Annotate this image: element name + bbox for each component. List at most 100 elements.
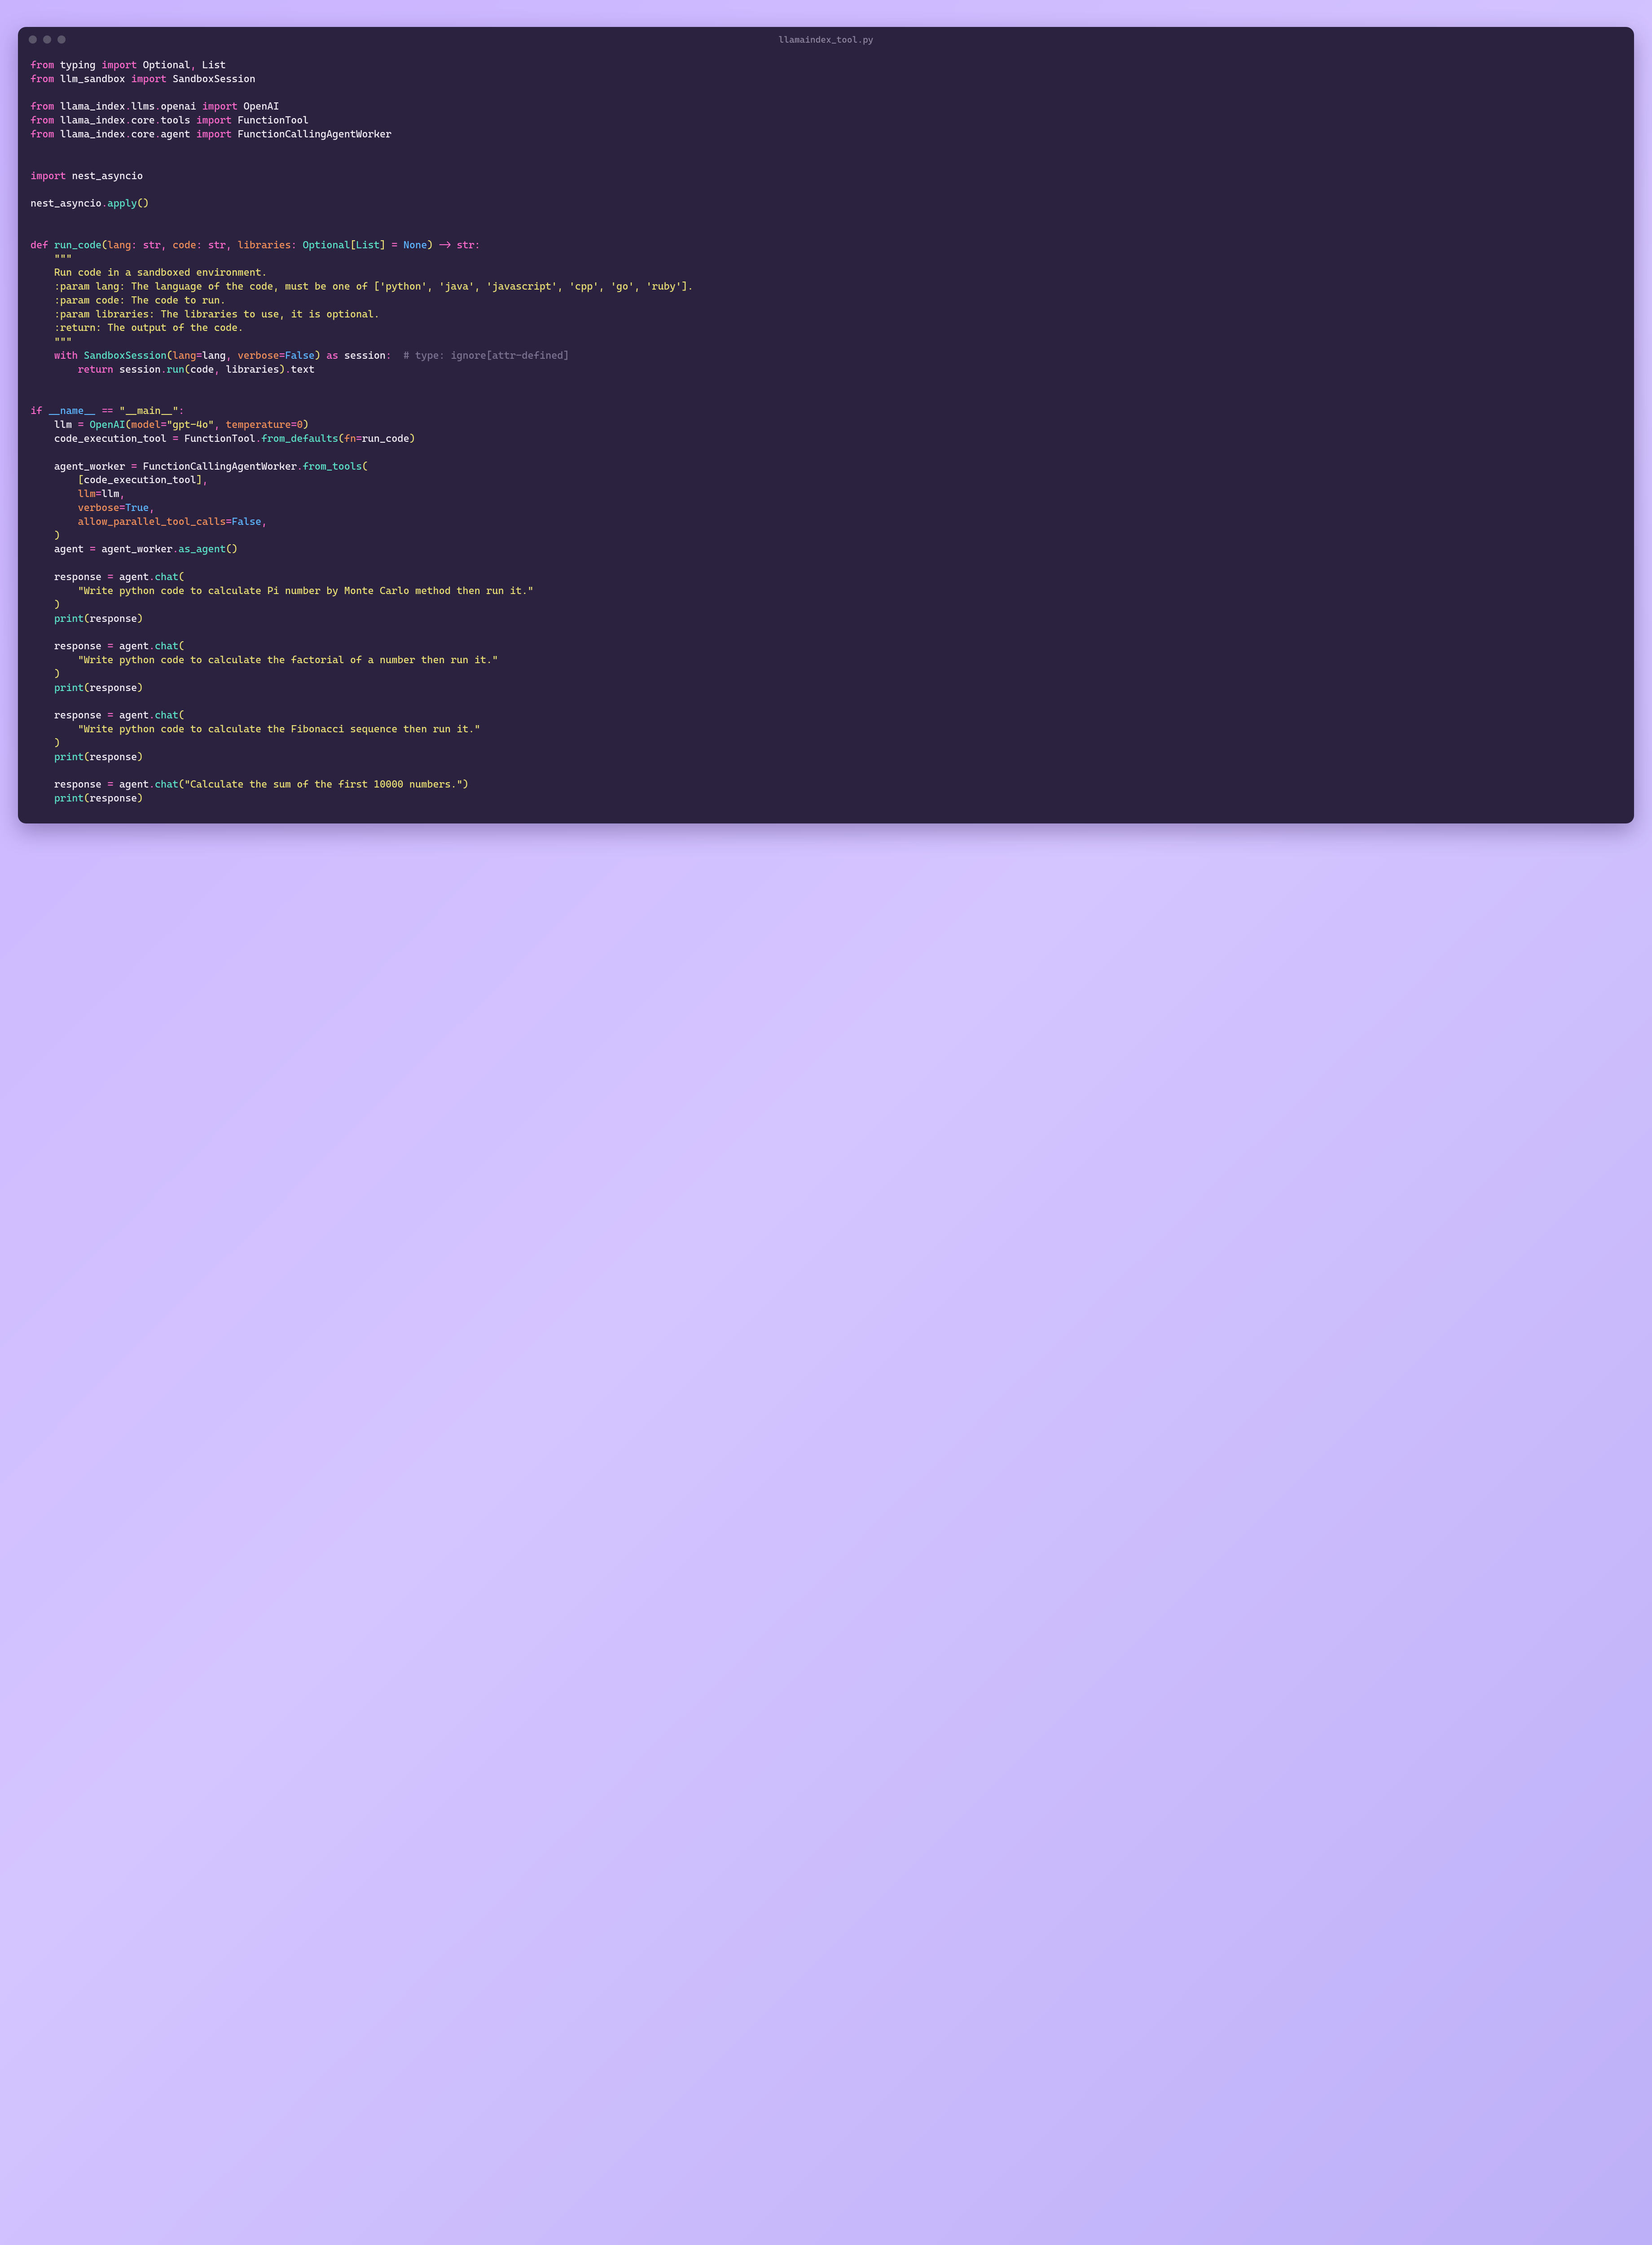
window-title: llamaindex_tool.py bbox=[18, 34, 1634, 45]
kwarg-model: model bbox=[131, 419, 161, 431]
str-q3: "Write python code to calculate the Fibo… bbox=[78, 723, 480, 735]
kw-import: import bbox=[101, 59, 137, 71]
str-q4: "Calculate the sum of the first 10000 nu… bbox=[185, 779, 463, 790]
kw-def: def bbox=[31, 239, 48, 251]
str-model: "gpt-4o" bbox=[167, 419, 214, 431]
mod-nest-asyncio: nest_asyncio bbox=[72, 170, 143, 182]
type-str: str bbox=[143, 239, 161, 251]
mod-seg: llms bbox=[131, 101, 155, 112]
sym-SandboxSession: SandboxSession bbox=[172, 73, 255, 85]
const-True: True bbox=[125, 502, 149, 514]
mod-seg: core bbox=[131, 128, 155, 140]
var-session: session bbox=[344, 350, 386, 361]
mod-seg: agent bbox=[161, 128, 190, 140]
call-OpenAI: OpenAI bbox=[90, 419, 125, 431]
docstring-l3: :param code: The code to run. bbox=[31, 295, 226, 306]
attr-text: text bbox=[291, 364, 315, 375]
docstring-close: """ bbox=[31, 336, 72, 348]
ret-str: str bbox=[457, 239, 475, 251]
docstring-open: """ bbox=[31, 253, 72, 264]
mod-seg: core bbox=[131, 114, 155, 126]
ref-run-code: run_code bbox=[362, 433, 409, 445]
sym-FunctionTool: FunctionTool bbox=[237, 114, 308, 126]
mod-seg: llama_index bbox=[60, 128, 125, 140]
kwarg-allow-parallel: allow_parallel_tool_calls bbox=[78, 516, 226, 528]
kw-import: import bbox=[31, 170, 66, 182]
call-print: print bbox=[54, 682, 84, 694]
ref-code: code bbox=[190, 364, 214, 375]
kw-from: from bbox=[31, 101, 54, 112]
call-chat: chat bbox=[155, 571, 179, 583]
mod-seg: openai bbox=[161, 101, 196, 112]
ref-response: response bbox=[90, 751, 137, 763]
comment-type-ignore: # type: ignore[attr-defined] bbox=[404, 350, 569, 361]
call-apply: apply bbox=[107, 198, 137, 209]
mod-sandbox: llm_sandbox bbox=[60, 73, 125, 85]
ref-response: response bbox=[90, 613, 137, 625]
kw-from: from bbox=[31, 128, 54, 140]
sym-OpenAI: OpenAI bbox=[244, 101, 279, 112]
call-SandboxSession: SandboxSession bbox=[84, 350, 167, 361]
ref-FCAW: FunctionCallingAgentWorker bbox=[143, 461, 297, 472]
editor-window: llamaindex_tool.py from typing import Op… bbox=[18, 27, 1634, 823]
kwarg-verbose: verbose bbox=[237, 350, 279, 361]
var-response: response bbox=[54, 709, 101, 721]
type-Optional: Optional bbox=[303, 239, 350, 251]
ref-session: session bbox=[119, 364, 161, 375]
call-chat: chat bbox=[155, 640, 179, 652]
call-from-tools: from_tools bbox=[303, 461, 362, 472]
ref-cet: code_execution_tool bbox=[84, 474, 197, 486]
docstring-l5: :return: The output of the code. bbox=[31, 322, 244, 334]
var-response: response bbox=[54, 779, 101, 790]
ref-agent: agent bbox=[119, 640, 149, 652]
type-List: List bbox=[356, 239, 380, 251]
def-run-code: run_code bbox=[54, 239, 101, 251]
window-controls bbox=[29, 35, 66, 44]
call-print: print bbox=[54, 613, 84, 625]
kw-from: from bbox=[31, 59, 54, 71]
kw-return: return bbox=[78, 364, 113, 375]
call-chat: chat bbox=[155, 709, 179, 721]
mod-seg: llama_index bbox=[60, 114, 125, 126]
ref-agent: agent bbox=[119, 779, 149, 790]
call-chat: chat bbox=[155, 779, 179, 790]
ref-response: response bbox=[90, 792, 137, 804]
call-as-agent: as_agent bbox=[179, 543, 226, 555]
kwarg-llm: llm bbox=[78, 488, 96, 500]
var-response: response bbox=[54, 640, 101, 652]
kw-from: from bbox=[31, 114, 54, 126]
kwarg-verbose: verbose bbox=[78, 502, 119, 514]
close-dot[interactable] bbox=[29, 35, 37, 44]
kw-import: import bbox=[196, 128, 232, 140]
call-print: print bbox=[54, 751, 84, 763]
const-False: False bbox=[285, 350, 315, 361]
kw-with: with bbox=[54, 350, 78, 361]
sym-List: List bbox=[202, 59, 226, 71]
var-agent: agent bbox=[54, 543, 84, 555]
str-q1: "Write python code to calculate Pi numbe… bbox=[78, 585, 533, 597]
docstring-l2: :param lang: The language of the code, m… bbox=[31, 281, 694, 292]
num-zero: 0 bbox=[297, 419, 303, 431]
sym-FCAW: FunctionCallingAgentWorker bbox=[237, 128, 391, 140]
call-from-defaults: from_defaults bbox=[261, 433, 338, 445]
mod-seg: tools bbox=[161, 114, 190, 126]
minimize-dot[interactable] bbox=[43, 35, 51, 44]
ref-agent: agent bbox=[119, 571, 149, 583]
ref-response: response bbox=[90, 682, 137, 694]
var-llm: llm bbox=[54, 419, 72, 431]
var-cet: code_execution_tool bbox=[54, 433, 167, 445]
const-False: False bbox=[232, 516, 261, 528]
kw-import: import bbox=[196, 114, 232, 126]
param-code: code bbox=[172, 239, 196, 251]
maximize-dot[interactable] bbox=[57, 35, 66, 44]
ref-agentworker: agent_worker bbox=[101, 543, 172, 555]
param-libs: libraries bbox=[238, 239, 291, 251]
obj: nest_asyncio bbox=[31, 198, 101, 209]
ref-libs: libraries bbox=[226, 364, 279, 375]
sym-Optional: Optional bbox=[143, 59, 190, 71]
str-main: "__main__" bbox=[119, 405, 179, 417]
const-None: None bbox=[404, 239, 427, 251]
param-lang: lang bbox=[107, 239, 131, 251]
kw-import: import bbox=[131, 73, 167, 85]
code-area[interactable]: from typing import Optional, List from l… bbox=[18, 52, 1634, 823]
